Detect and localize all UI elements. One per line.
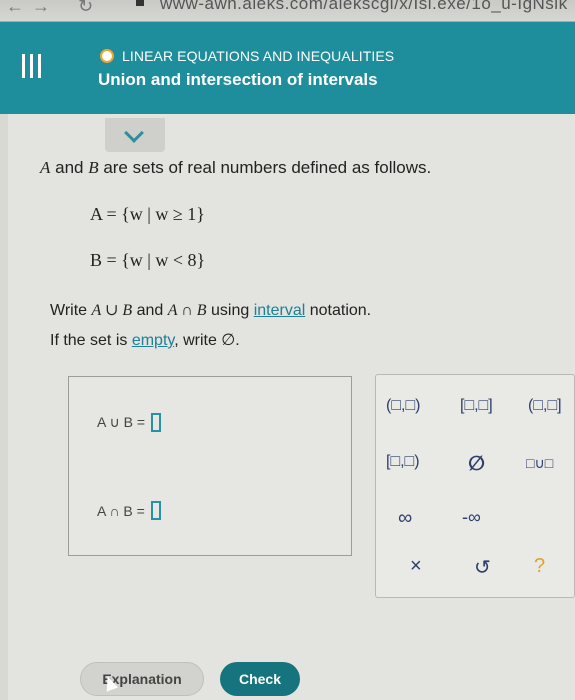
reload-icon[interactable]: ↻ xyxy=(78,0,93,17)
intersection-input[interactable] xyxy=(150,501,161,520)
open-closed-interval-button[interactable]: (□,□] xyxy=(528,397,562,415)
lock-icon xyxy=(136,0,144,6)
empty-link[interactable]: empty xyxy=(132,332,174,349)
url-text[interactable]: www-awn.aleks.com/alekscgi/x/Isl.exe/1o_… xyxy=(160,0,568,14)
progress-circle-icon xyxy=(100,49,114,63)
set-b-definition: B = {w | w < 8} xyxy=(90,250,206,270)
open-open-interval-button[interactable]: (□,□) xyxy=(386,397,420,415)
interval-link[interactable]: interval xyxy=(254,302,306,319)
menu-icon[interactable] xyxy=(22,54,46,78)
topic-label: LINEAR EQUATIONS AND INEQUALITIES xyxy=(122,48,395,64)
forward-arrow-icon[interactable]: → xyxy=(32,0,50,17)
problem-panel: A and B are sets of real numbers defined… xyxy=(8,114,575,700)
back-arrow-icon[interactable]: ← xyxy=(6,0,24,17)
union-input[interactable] xyxy=(151,413,161,432)
help-icon[interactable]: ? xyxy=(534,555,545,578)
negative-infinity-button[interactable]: -∞ xyxy=(462,507,481,528)
instruction-line-1: Write A ∪ B and A ∩ B using interval not… xyxy=(50,302,372,319)
intersection-answer-row: A ∩ B = xyxy=(97,501,161,520)
explanation-button[interactable]: Explanation xyxy=(80,662,204,696)
closed-closed-interval-button[interactable]: [□,□] xyxy=(460,397,493,415)
answer-box: A ∪ B = A ∩ B = xyxy=(68,376,352,556)
browser-url-bar: ← → ↻ www-awn.aleks.com/alekscgi/x/Isl.e… xyxy=(0,0,575,22)
union-answer-row: A ∪ B = xyxy=(97,413,161,432)
clear-icon[interactable]: × xyxy=(410,555,422,578)
empty-set-button[interactable]: ∅ xyxy=(468,451,485,476)
problem-intro: A and B are sets of real numbers defined… xyxy=(40,158,432,177)
set-a-definition: A = {w | w ≥ 1} xyxy=(90,204,205,224)
collapse-toggle[interactable] xyxy=(105,118,165,152)
instruction-line-2: If the set is empty, write ∅. xyxy=(50,332,240,349)
infinity-button[interactable]: ∞ xyxy=(398,507,412,530)
union-button[interactable]: □∪□ xyxy=(526,455,553,472)
math-palette: (□,□) [□,□] (□,□] [□,□) ∅ □∪□ ∞ -∞ × ↺ ? xyxy=(375,374,575,598)
topic-row: LINEAR EQUATIONS AND INEQUALITIES xyxy=(100,48,394,64)
topic-header: LINEAR EQUATIONS AND INEQUALITIES Union … xyxy=(0,22,575,114)
chevron-down-icon xyxy=(124,123,144,143)
intersection-label: A ∩ B = xyxy=(97,502,145,519)
check-button[interactable]: Check xyxy=(220,662,300,696)
closed-open-interval-button[interactable]: [□,□) xyxy=(386,453,420,471)
undo-icon[interactable]: ↺ xyxy=(474,555,491,580)
page-title: Union and intersection of intervals xyxy=(98,70,378,89)
union-label: A ∪ B = xyxy=(97,414,145,430)
